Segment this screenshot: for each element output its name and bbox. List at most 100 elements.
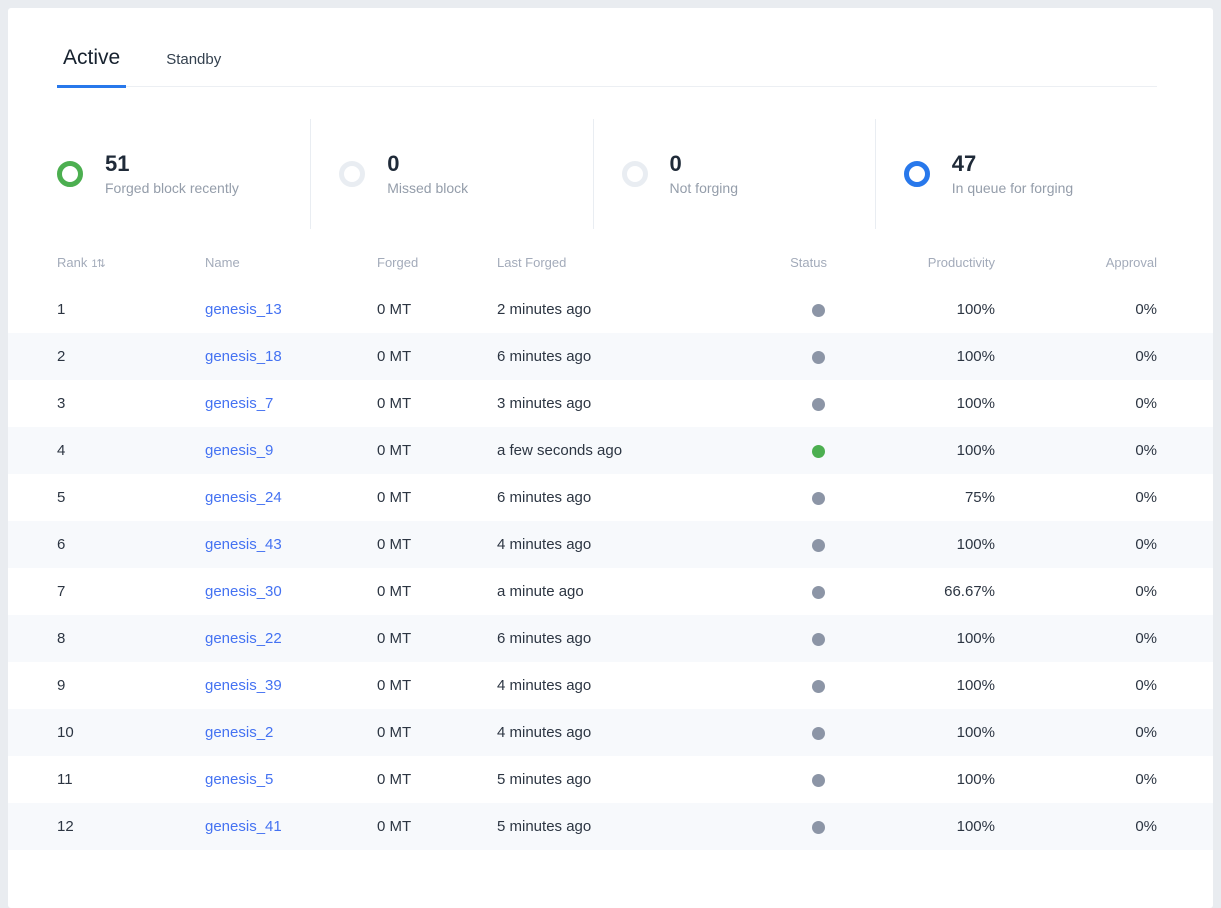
- column-header-approval: Approval: [995, 255, 1157, 270]
- table-row: 11 genesis_5 0 MT 5 minutes ago 100% 0%: [8, 756, 1213, 803]
- approval-cell: 0%: [995, 301, 1157, 318]
- status-cell: [727, 771, 827, 788]
- delegate-name-link[interactable]: genesis_13: [205, 301, 282, 318]
- status-cell: [727, 724, 827, 741]
- productivity-cell: 100%: [827, 395, 995, 412]
- productivity-cell: 100%: [827, 724, 995, 741]
- approval-cell: 0%: [995, 583, 1157, 600]
- status-dot-icon: [812, 774, 825, 787]
- forged-cell: 0 MT: [377, 771, 497, 788]
- delegate-name-link[interactable]: genesis_18: [205, 348, 282, 365]
- approval-cell: 0%: [995, 724, 1157, 741]
- status-dot-icon: [812, 633, 825, 646]
- approval-cell: 0%: [995, 818, 1157, 835]
- delegates-panel: Active Standby 51 Forged block recently …: [8, 8, 1213, 908]
- tab-standby[interactable]: Standby: [160, 51, 227, 85]
- rank-cell: 1: [57, 301, 205, 318]
- table-row: 5 genesis_24 0 MT 6 minutes ago 75% 0%: [8, 474, 1213, 521]
- delegate-name-link[interactable]: genesis_2: [205, 724, 273, 741]
- queue-ring-icon: [904, 161, 930, 187]
- delegate-name-link[interactable]: genesis_22: [205, 630, 282, 647]
- last-forged-cell: 5 minutes ago: [497, 818, 727, 835]
- last-forged-cell: 2 minutes ago: [497, 301, 727, 318]
- forged-cell: 0 MT: [377, 630, 497, 647]
- delegate-name-link[interactable]: genesis_5: [205, 771, 273, 788]
- last-forged-cell: 3 minutes ago: [497, 395, 727, 412]
- delegate-name-link[interactable]: genesis_39: [205, 677, 282, 694]
- stat-value: 51: [105, 153, 239, 175]
- table-row: 8 genesis_22 0 MT 6 minutes ago 100% 0%: [8, 615, 1213, 662]
- stat-missed-block: 0 Missed block: [310, 119, 592, 229]
- productivity-cell: 100%: [827, 677, 995, 694]
- delegate-name-link[interactable]: genesis_30: [205, 583, 282, 600]
- approval-cell: 0%: [995, 489, 1157, 506]
- last-forged-cell: 6 minutes ago: [497, 348, 727, 365]
- table-row: 9 genesis_39 0 MT 4 minutes ago 100% 0%: [8, 662, 1213, 709]
- status-dot-icon: [812, 398, 825, 411]
- table-row: 12 genesis_41 0 MT 5 minutes ago 100% 0%: [8, 803, 1213, 850]
- approval-cell: 0%: [995, 630, 1157, 647]
- last-forged-cell: 5 minutes ago: [497, 771, 727, 788]
- table-row: 10 genesis_2 0 MT 4 minutes ago 100% 0%: [8, 709, 1213, 756]
- rank-cell: 8: [57, 630, 205, 647]
- delegate-name-link[interactable]: genesis_7: [205, 395, 273, 412]
- rank-cell: 5: [57, 489, 205, 506]
- table-row: 4 genesis_9 0 MT a few seconds ago 100% …: [8, 427, 1213, 474]
- column-header-rank-label: Rank: [57, 255, 87, 270]
- status-dot-icon: [812, 445, 825, 458]
- productivity-cell: 100%: [827, 536, 995, 553]
- status-cell: [727, 348, 827, 365]
- status-cell: [727, 583, 827, 600]
- delegate-name-link[interactable]: genesis_9: [205, 442, 273, 459]
- rank-cell: 3: [57, 395, 205, 412]
- column-header-status: Status: [727, 255, 827, 270]
- productivity-cell: 75%: [827, 489, 995, 506]
- forged-cell: 0 MT: [377, 536, 497, 553]
- status-dot-icon: [812, 586, 825, 599]
- delegate-name-link[interactable]: genesis_43: [205, 536, 282, 553]
- forged-cell: 0 MT: [377, 818, 497, 835]
- approval-cell: 0%: [995, 395, 1157, 412]
- stat-label: Forged block recently: [105, 180, 239, 196]
- status-dot-icon: [812, 351, 825, 364]
- status-cell: [727, 536, 827, 553]
- table-row: 7 genesis_30 0 MT a minute ago 66.67% 0%: [8, 568, 1213, 615]
- productivity-cell: 66.67%: [827, 583, 995, 600]
- approval-cell: 0%: [995, 442, 1157, 459]
- forged-cell: 0 MT: [377, 301, 497, 318]
- delegate-name-link[interactable]: genesis_24: [205, 489, 282, 506]
- status-dot-icon: [812, 539, 825, 552]
- status-cell: [727, 301, 827, 318]
- rank-cell: 7: [57, 583, 205, 600]
- status-cell: [727, 395, 827, 412]
- stat-forged-recently: 51 Forged block recently: [57, 119, 310, 229]
- last-forged-cell: 4 minutes ago: [497, 677, 727, 694]
- last-forged-cell: a minute ago: [497, 583, 727, 600]
- missed-ring-icon: [339, 161, 365, 187]
- numeric-sort-icon[interactable]: 1⇅: [91, 258, 104, 270]
- productivity-cell: 100%: [827, 630, 995, 647]
- column-header-productivity: Productivity: [827, 255, 995, 270]
- delegates-table-body: 1 genesis_13 0 MT 2 minutes ago 100% 0% …: [8, 286, 1213, 850]
- table-row: 2 genesis_18 0 MT 6 minutes ago 100% 0%: [8, 333, 1213, 380]
- table-row: 1 genesis_13 0 MT 2 minutes ago 100% 0%: [8, 286, 1213, 333]
- status-dot-icon: [812, 727, 825, 740]
- table-row: 6 genesis_43 0 MT 4 minutes ago 100% 0%: [8, 521, 1213, 568]
- stat-not-forging: 0 Not forging: [593, 119, 875, 229]
- not-forging-ring-icon: [622, 161, 648, 187]
- productivity-cell: 100%: [827, 301, 995, 318]
- stat-in-queue: 47 In queue for forging: [875, 119, 1157, 229]
- productivity-cell: 100%: [827, 348, 995, 365]
- delegate-name-link[interactable]: genesis_41: [205, 818, 282, 835]
- status-dot-icon: [812, 821, 825, 834]
- stat-value: 0: [670, 153, 738, 175]
- column-header-last-forged: Last Forged: [497, 255, 727, 270]
- tab-active[interactable]: Active: [57, 46, 126, 88]
- status-dot-icon: [812, 492, 825, 505]
- rank-cell: 4: [57, 442, 205, 459]
- status-cell: [727, 630, 827, 647]
- status-dot-icon: [812, 304, 825, 317]
- table-header: Rank1⇅ Name Forged Last Forged Status Pr…: [57, 255, 1157, 286]
- stat-value: 47: [952, 153, 1073, 175]
- column-header-name: Name: [205, 255, 377, 270]
